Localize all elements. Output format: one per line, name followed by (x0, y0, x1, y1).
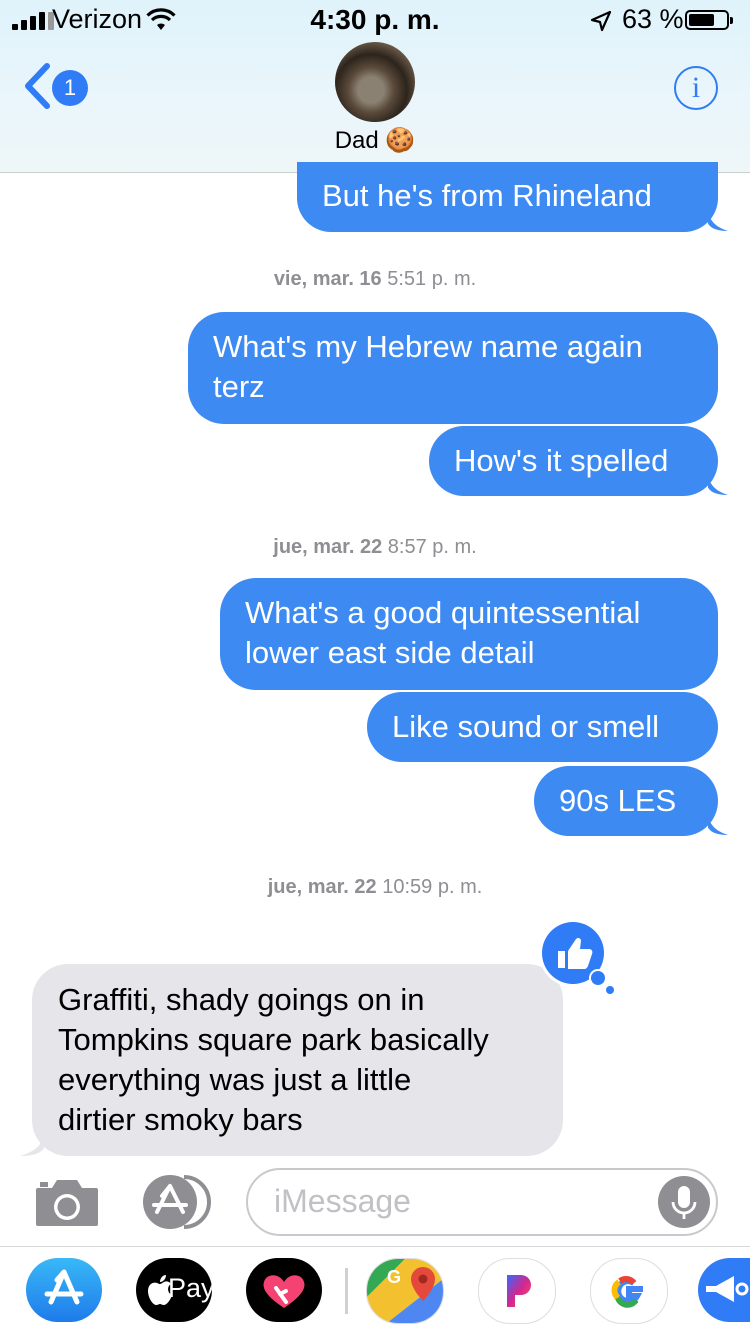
message-line: Tompkins square park basically (58, 1022, 489, 1057)
pandora-p-glyph (507, 1275, 531, 1307)
contact-avatar[interactable] (335, 42, 415, 122)
apple-pay-icon[interactable]: Pay (136, 1258, 212, 1322)
sent-message[interactable]: But he's from Rhineland (297, 162, 718, 232)
message-text: 90s LES (559, 783, 677, 818)
google-g-glyph (611, 1276, 643, 1308)
timestamp: jue, mar. 22 8:57 p. m. (0, 536, 750, 559)
microphone-button[interactable] (658, 1176, 710, 1228)
timestamp-time: 10:59 p. m. (382, 876, 483, 898)
message-line: What's my Hebrew name again (213, 329, 643, 364)
bubble-tail (708, 475, 728, 495)
status-bar: Verizon 4:30 p. m. 63 % (0, 0, 750, 40)
app-store-button[interactable] (140, 1174, 212, 1230)
message-text: How's it spelled (454, 443, 669, 478)
message-input-placeholder: iMessage (274, 1183, 411, 1219)
contact-name[interactable]: Dad 🍪 (0, 126, 750, 155)
sent-message[interactable]: Like sound or smell (367, 692, 718, 762)
battery-percentage: 63 % (622, 4, 684, 34)
timestamp-day: jue, mar. 22 (273, 536, 383, 558)
apple-pay-label: Pay (168, 1273, 212, 1303)
bubble-tail (20, 1134, 44, 1156)
google-icon[interactable] (590, 1258, 668, 1324)
timestamp-day: jue, mar. 22 (267, 876, 377, 898)
conversation-header: Verizon 4:30 p. m. 63 % 1 Dad 🍪 i (0, 0, 750, 173)
thumbs-up-icon (539, 919, 615, 995)
timestamp-time: 8:57 p. m. (387, 536, 477, 558)
map-pin-glyph: G (367, 1259, 443, 1323)
tapback-reaction[interactable] (538, 918, 618, 998)
message-line: What's a good quintessential (245, 595, 641, 630)
bubble-tail (708, 211, 728, 231)
message-line: lower east side detail (245, 635, 535, 670)
message-line: Graffiti, shady goings on in (58, 982, 425, 1017)
location-arrow-icon (590, 10, 612, 32)
timestamp-time: 5:51 p. m. (387, 268, 477, 290)
message-line: dirtier smoky bars (58, 1102, 303, 1137)
bubble-tail (708, 815, 728, 835)
message-line: everything was just a little (58, 1062, 412, 1097)
google-maps-icon[interactable]: G (366, 1258, 444, 1324)
info-button[interactable]: i (674, 66, 718, 110)
message-input[interactable]: iMessage (246, 1168, 718, 1236)
sent-message[interactable]: What's my Hebrew name again terz (188, 312, 718, 424)
pandora-icon[interactable] (478, 1258, 556, 1324)
battery-icon (685, 10, 733, 30)
drawer-divider (345, 1268, 348, 1314)
timestamp: jue, mar. 22 10:59 p. m. (0, 876, 750, 899)
app-store-glyph (44, 1269, 84, 1305)
timestamp: vie, mar. 16 5:51 p. m. (0, 268, 750, 291)
timestamp-day: vie, mar. 16 (273, 268, 382, 290)
heart-icon (263, 1275, 305, 1308)
sent-message[interactable]: What's a good quintessential lower east … (220, 578, 718, 690)
digital-touch-icon[interactable] (246, 1258, 322, 1322)
camera-icon[interactable] (34, 1176, 100, 1228)
app-store-icon[interactable] (26, 1258, 102, 1322)
message-text: Like sound or smell (392, 709, 660, 744)
unread-count-badge[interactable]: 1 (52, 70, 88, 106)
message-line: terz (213, 369, 265, 404)
message-text: But he's from Rhineland (322, 178, 652, 213)
svg-text:G: G (387, 1267, 401, 1287)
sent-message[interactable]: 90s LES (534, 766, 718, 836)
sent-message[interactable]: How's it spelled (429, 426, 718, 496)
back-chevron-icon[interactable] (22, 62, 52, 110)
received-message[interactable]: Graffiti, shady goings on in Tompkins sq… (32, 964, 563, 1156)
microphone-icon (671, 1186, 697, 1219)
